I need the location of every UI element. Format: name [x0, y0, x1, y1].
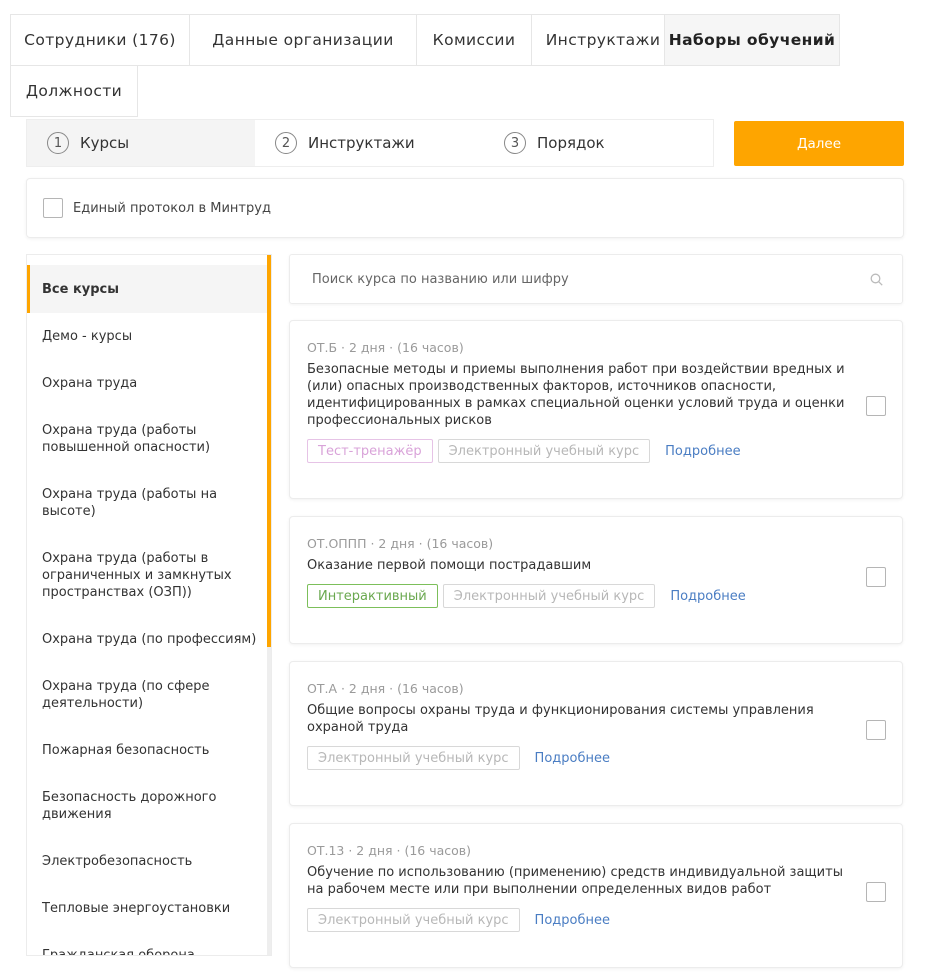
category-by-profession[interactable]: Охрана труда (по профессиям)	[27, 631, 269, 648]
details-link[interactable]: Подробнее	[665, 444, 740, 459]
course-title: Оказание первой помощи пострадавшим	[307, 558, 592, 573]
protocol-label: Единый протокол в Минтруд	[73, 200, 271, 216]
category-civil-defense[interactable]: Гражданская оборона	[27, 947, 269, 955]
sidebar-scroll-thumb[interactable]	[267, 255, 271, 647]
details-link[interactable]: Подробнее	[670, 589, 745, 604]
tab-training-sets[interactable]: Наборы обучений	[664, 14, 840, 66]
course-title: Общие вопросы охраны труда и функциониро…	[307, 703, 814, 735]
step-number: 2	[275, 132, 297, 154]
course-tags: Тест-тренажёр Электронный учебный курс П…	[307, 439, 741, 463]
category-high-risk-work[interactable]: Охрана труда (работы повышенной опасност…	[27, 422, 269, 456]
step-label: Порядок	[537, 134, 605, 152]
step-courses[interactable]: 1 Курсы	[27, 120, 255, 166]
category-demo[interactable]: Демо - курсы	[27, 328, 269, 345]
course-tags: Интерактивный Электронный учебный курс П…	[307, 584, 746, 608]
category-by-industry[interactable]: Охрана труда (по сфере деятельности)	[27, 678, 269, 712]
tag-e-course: Электронный учебный курс	[307, 746, 520, 770]
course-meta: ОТ.А · 2 дня · (16 часов)	[307, 681, 464, 696]
course-checkbox[interactable]	[866, 567, 886, 587]
category-confined-spaces[interactable]: Охрана труда (работы в ограниченных и за…	[27, 550, 269, 601]
tab-organization-data[interactable]: Данные организации	[189, 14, 417, 66]
protocol-option: Единый протокол в Минтруд	[26, 178, 904, 238]
tag-e-course: Электронный учебный курс	[437, 439, 651, 463]
course-meta: ОТ.13 · 2 дня · (16 часов)	[307, 843, 472, 858]
tab-employees[interactable]: Сотрудники (176)	[10, 14, 190, 66]
course-checkbox[interactable]	[866, 720, 886, 740]
course-card: ОТ.ОППП · 2 дня · (16 часов) Оказание пе…	[289, 516, 903, 644]
wizard-stepper: 1 Курсы 2 Инструктажи 3 Порядок	[26, 119, 714, 167]
details-link[interactable]: Подробнее	[535, 913, 610, 928]
protocol-checkbox[interactable]	[43, 198, 63, 218]
search-icon[interactable]	[870, 273, 883, 286]
step-label: Курсы	[80, 134, 130, 152]
course-meta: ОТ.ОППП · 2 дня · (16 часов)	[307, 536, 494, 551]
course-tags: Электронный учебный курс Подробнее	[307, 746, 610, 770]
course-card: ОТ.Б · 2 дня · (16 часов) Безопасные мет…	[289, 320, 903, 499]
tag-e-course: Электронный учебный курс	[307, 908, 520, 932]
course-tags: Электронный учебный курс Подробнее	[307, 908, 610, 932]
step-number: 1	[47, 132, 69, 154]
course-checkbox[interactable]	[866, 882, 886, 902]
category-labor-safety[interactable]: Охрана труда	[27, 375, 269, 392]
category-sidebar: Все курсы Демо - курсы Охрана труда Охра…	[26, 254, 272, 956]
course-checkbox[interactable]	[866, 396, 886, 416]
step-label: Инструктажи	[308, 134, 415, 152]
tab-briefings[interactable]: Инструктажи	[531, 14, 675, 66]
category-fire-safety[interactable]: Пожарная безопасность	[27, 742, 269, 759]
course-card: ОТ.А · 2 дня · (16 часов) Общие вопросы …	[289, 661, 903, 806]
step-briefings[interactable]: 2 Инструктажи	[255, 120, 483, 166]
category-road-safety[interactable]: Безопасность дорожного движения	[27, 789, 269, 823]
tag-test-trainer: Тест-тренажёр	[307, 439, 433, 463]
tab-commissions[interactable]: Комиссии	[416, 14, 532, 66]
tag-e-course: Электронный учебный курс	[442, 584, 656, 608]
tag-interactive: Интерактивный	[307, 584, 438, 608]
category-all-courses[interactable]: Все курсы	[27, 265, 269, 313]
step-number: 3	[504, 132, 526, 154]
course-search	[289, 254, 903, 304]
search-input[interactable]	[312, 271, 852, 287]
category-thermal-installations[interactable]: Тепловые энергоустановки	[27, 900, 269, 917]
category-work-at-height[interactable]: Охрана труда (работы на высоте)	[27, 486, 269, 520]
course-card: ОТ.13 · 2 дня · (16 часов) Обучение по и…	[289, 823, 903, 968]
course-meta: ОТ.Б · 2 дня · (16 часов)	[307, 340, 464, 355]
tab-positions[interactable]: Должности	[10, 65, 138, 117]
next-button[interactable]: Далее	[734, 121, 904, 166]
category-electrical-safety[interactable]: Электробезопасность	[27, 853, 269, 870]
course-title: Обучение по использованию (применению) с…	[307, 865, 843, 897]
course-title: Безопасные методы и приемы выполнения ра…	[307, 362, 845, 428]
details-link[interactable]: Подробнее	[535, 751, 610, 766]
step-order[interactable]: 3 Порядок	[483, 120, 713, 166]
